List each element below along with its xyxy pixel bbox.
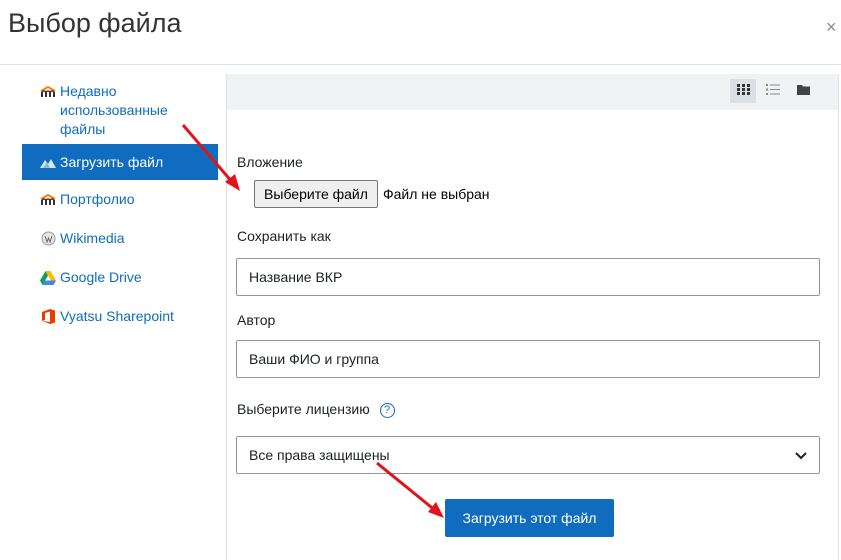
license-label-row: Выберите лицензию ? [237,401,395,418]
license-select-value: Все права защищены [249,447,390,463]
list-view-button[interactable] [760,79,786,103]
upload-file-button[interactable]: Загрузить этот файл [445,499,614,537]
sidebar-item-label: Загрузить файл [60,153,164,170]
file-input: Выберите файл Файл не выбран [254,180,490,208]
sidebar-item-label: Google Drive [60,269,142,285]
choose-file-button[interactable]: Выберите файл [254,180,378,208]
sidebar-item-portfolio[interactable]: Портфолио [22,180,218,219]
no-file-text: Файл не выбран [383,186,490,202]
repository-sidebar: Недавно использованные файлы Загрузить ф… [22,76,218,336]
author-input[interactable] [236,340,820,378]
office-icon [40,309,56,325]
chevron-down-icon [795,447,807,463]
header-divider [0,64,841,65]
sidebar-item-label: Vyatsu Sharepoint [60,308,174,324]
sidebar-item-recent-files[interactable]: Недавно использованные файлы [22,76,218,140]
help-icon[interactable]: ? [379,402,395,418]
view-toolbar [227,74,838,110]
license-select[interactable]: Все права защищены [236,436,820,474]
close-button[interactable]: × [826,18,837,36]
sidebar-item-label: Портфолио [60,191,135,207]
author-label: Автор [237,312,276,328]
folder-view-button[interactable] [790,79,816,103]
license-label: Выберите лицензию [237,401,370,417]
google-drive-icon [40,270,56,286]
file-picker-dialog: Выбор файла × Недавно использованные фай… [0,0,841,560]
moodle-icon [40,84,56,100]
list-view-icon [766,82,780,100]
sidebar-item-label: Недавно использованные файлы [60,83,168,137]
attachment-label: Вложение [237,154,303,170]
folder-view-icon [796,82,810,100]
sidebar-item-upload-file[interactable]: Загрузить файл [22,144,218,180]
save-as-label: Сохранить как [237,228,331,244]
dialog-title: Выбор файла [8,8,182,38]
grid-view-button[interactable] [730,79,756,103]
save-as-input[interactable] [236,258,820,296]
sidebar-item-google-drive[interactable]: Google Drive [22,258,218,297]
sidebar-item-vyatsu-sharepoint[interactable]: Vyatsu Sharepoint [22,297,218,336]
sidebar-item-label: Wikimedia [60,230,125,246]
upload-icon [40,154,56,170]
wikimedia-icon [40,231,56,247]
grid-view-icon [736,82,750,100]
sidebar-item-wikimedia[interactable]: Wikimedia [22,219,218,258]
upload-panel [226,74,839,560]
moodle-icon [40,192,56,208]
